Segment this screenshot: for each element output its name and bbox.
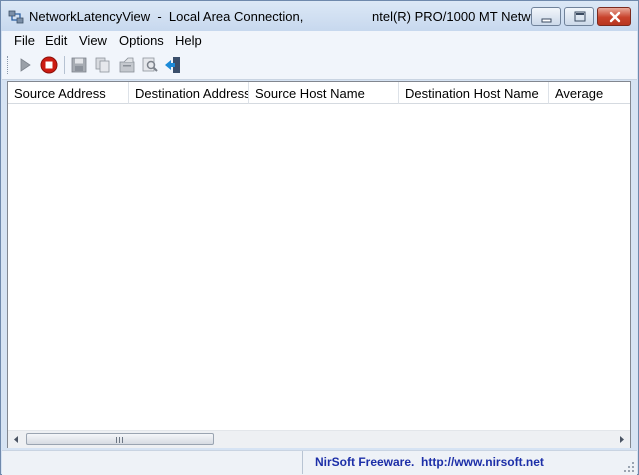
toolbar-separator bbox=[64, 56, 65, 74]
horizontal-scrollbar[interactable] bbox=[8, 430, 630, 448]
scroll-left-icon[interactable] bbox=[8, 431, 25, 448]
column-source-host-name[interactable]: Source Host Name bbox=[249, 82, 399, 104]
column-average[interactable]: Average bbox=[549, 82, 630, 104]
scroll-right-icon[interactable] bbox=[613, 431, 630, 448]
minimize-button[interactable] bbox=[531, 7, 561, 26]
stop-icon[interactable] bbox=[40, 56, 58, 74]
scrollbar-thumb[interactable] bbox=[26, 433, 214, 445]
maximize-button[interactable] bbox=[564, 7, 594, 26]
resize-grip-icon[interactable] bbox=[623, 461, 635, 473]
status-pane-left bbox=[2, 451, 303, 474]
menu-edit[interactable]: Edit bbox=[45, 33, 67, 48]
nirsoft-link[interactable]: NirSoft Freeware. http://www.nirsoft.net bbox=[315, 455, 544, 469]
menu-options[interactable]: Options bbox=[119, 33, 164, 48]
close-icon bbox=[609, 11, 621, 23]
results-list[interactable]: Source Address Destination Address Sourc… bbox=[7, 81, 631, 448]
title-bar[interactable]: NetworkLatencyView - Local Area Connecti… bbox=[1, 1, 638, 31]
maximize-icon bbox=[574, 11, 586, 22]
menu-bar: File Edit View Options Help bbox=[2, 31, 637, 51]
menu-file[interactable]: File bbox=[14, 33, 35, 48]
menu-view[interactable]: View bbox=[79, 33, 107, 48]
save-icon[interactable] bbox=[70, 56, 88, 74]
toolbar-grip[interactable] bbox=[7, 56, 11, 74]
close-button[interactable] bbox=[597, 7, 631, 26]
app-icon bbox=[8, 10, 24, 24]
column-destination-address[interactable]: Destination Address bbox=[129, 82, 249, 104]
window-title: NetworkLatencyView - Local Area Connecti… bbox=[29, 9, 304, 24]
start-icon[interactable] bbox=[16, 56, 34, 74]
column-destination-host-name[interactable]: Destination Host Name bbox=[399, 82, 549, 104]
minimize-icon bbox=[541, 18, 552, 23]
properties-icon[interactable] bbox=[118, 56, 136, 74]
toolbar bbox=[2, 51, 637, 80]
status-bar: NirSoft Freeware. http://www.nirsoft.net bbox=[2, 450, 637, 475]
column-source-address[interactable]: Source Address bbox=[8, 82, 129, 104]
window-title-adapter: ntel(R) PRO/1000 MT Netw... bbox=[372, 9, 541, 24]
find-icon[interactable] bbox=[141, 56, 159, 74]
thumb-grip-icon bbox=[116, 437, 123, 443]
exit-icon[interactable] bbox=[164, 56, 182, 74]
copy-icon[interactable] bbox=[94, 56, 112, 74]
menu-help[interactable]: Help bbox=[175, 33, 202, 48]
app-window: NetworkLatencyView - Local Area Connecti… bbox=[0, 0, 639, 475]
